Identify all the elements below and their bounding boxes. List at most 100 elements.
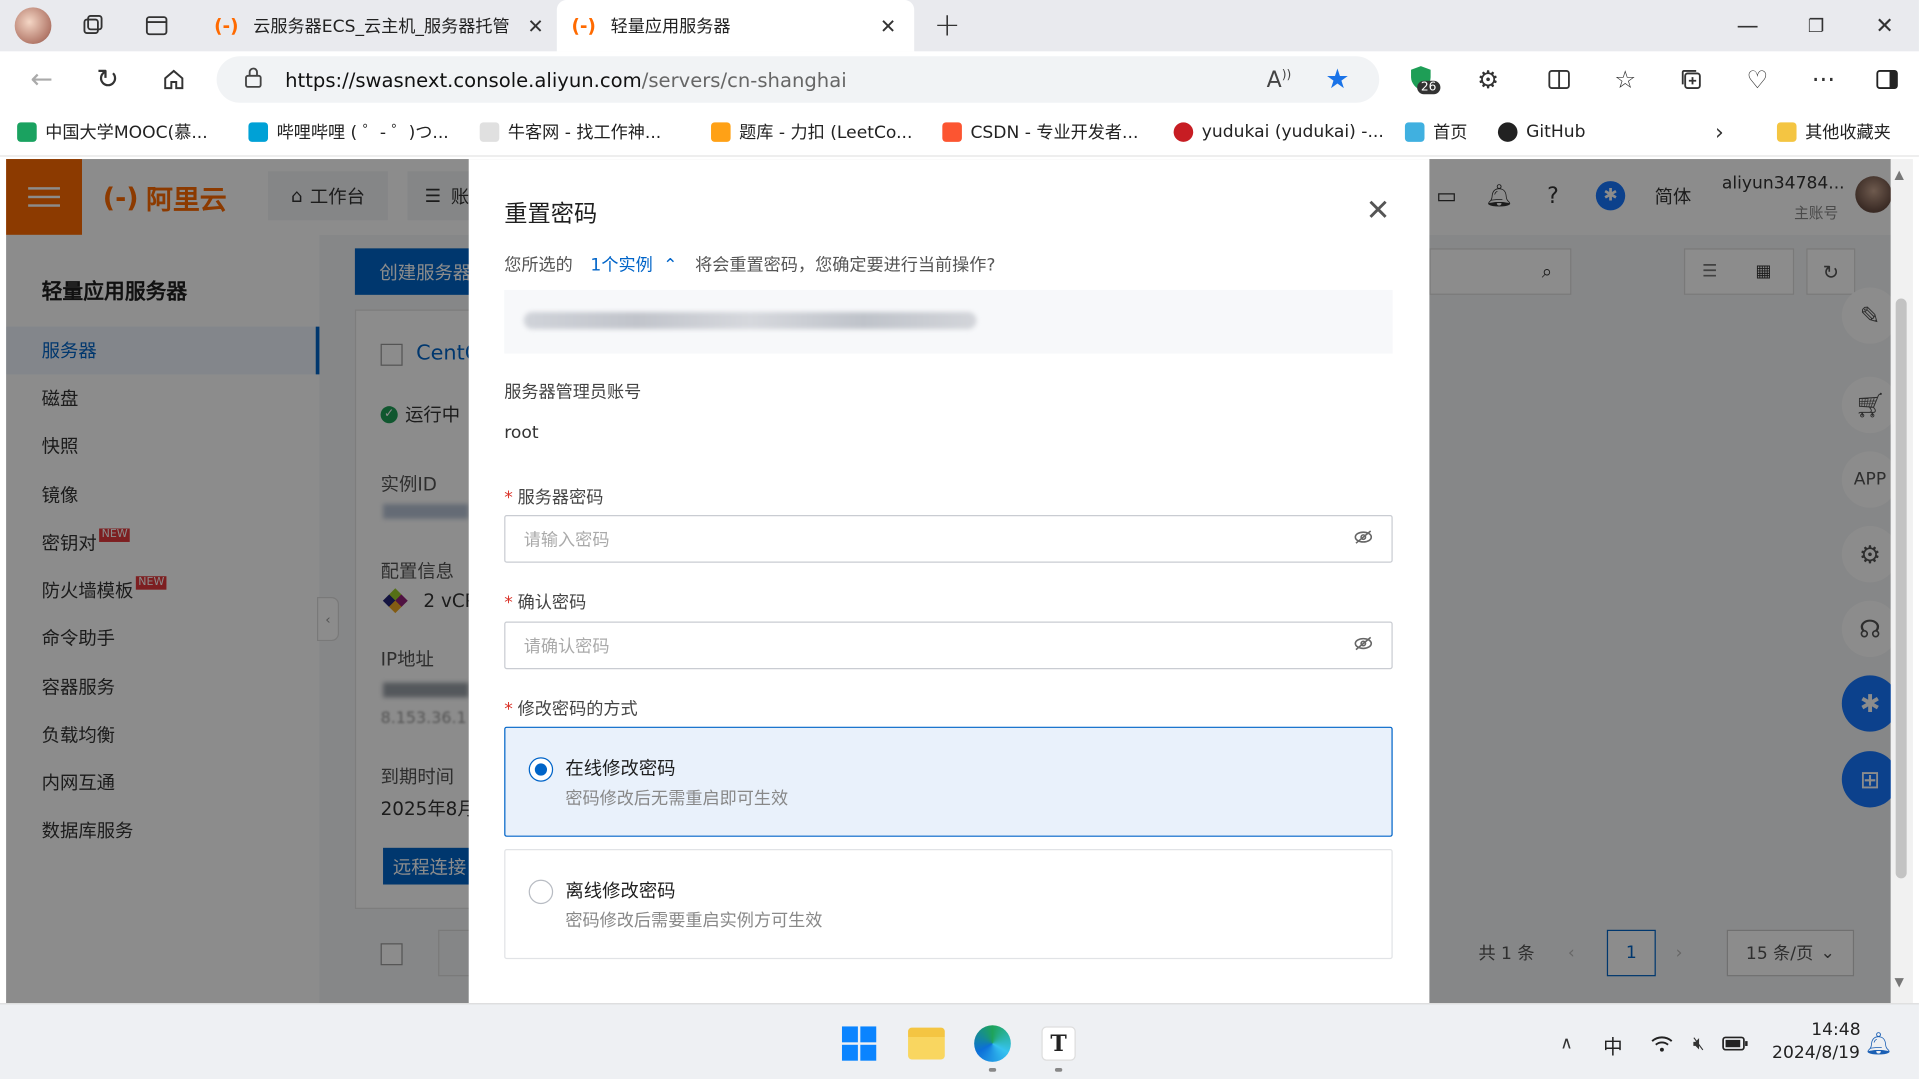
home-page-icon [1404,122,1425,142]
extension-badge: 26 [1417,80,1441,95]
refresh-icon[interactable]: ↻ [91,64,125,96]
bookmark-other-folder[interactable]: 其他收藏夹 [1776,117,1891,146]
aliyun-favicon-icon: (-) [214,14,239,37]
admin-account-value: root [504,423,539,443]
file-explorer-icon[interactable] [908,1027,945,1060]
chevron-up-icon[interactable]: ⌃ [663,256,677,276]
radio-online[interactable] [528,757,554,782]
bookmark-home[interactable]: 首页 [1404,117,1467,146]
window-close-icon[interactable]: ✕ [1868,10,1902,42]
bookmark-github[interactable]: GitHub [1497,117,1586,146]
folder-icon [1776,122,1797,142]
scroll-down-icon[interactable]: ▼ [1894,976,1903,989]
favorites-icon[interactable]: ☆ [1608,64,1642,96]
mooc-icon [17,122,37,142]
tab-ecs[interactable]: (-) 云服务器ECS_云主机_服务器托管 ✕ [199,0,554,51]
bookmark-label: 题库 - 力扣 (LeetCo... [739,123,913,144]
password-label: * 服务器密码 [504,488,604,508]
favorite-star-icon[interactable]: ★ [1325,64,1349,95]
bookmark-bilibili[interactable]: 哔哩哔哩 ( ゜- ゜)つ... [248,117,449,146]
bookmark-leetcode[interactable]: 题库 - 力扣 (LeetCo... [711,117,912,146]
profile-avatar[interactable] [14,7,52,45]
close-icon[interactable]: ✕ [880,14,896,37]
read-aloud-icon[interactable]: A)) [1267,67,1292,93]
dialog-title: 重置密码 [504,200,598,228]
instance-count-link[interactable]: 1个实例 [590,256,652,276]
csdn-icon [942,122,962,142]
bookmark-label: yudukai (yudukai) -... [1201,122,1384,142]
edge-running-indicator [988,1068,997,1072]
option-desc: 密码修改后需要重启实例方可生效 [565,911,823,932]
url-host: https://swasnext.console.aliyun.com [285,67,642,92]
extension-shield-icon[interactable]: 26 [1407,64,1444,101]
vertical-tabs-icon[interactable] [140,10,174,42]
password-placeholder: 请输入密码 [523,530,610,550]
restore-icon[interactable]: ❐ [1799,10,1833,42]
radio-offline[interactable] [528,879,554,905]
option-desc: 密码修改后无需重启即可生效 [565,789,789,809]
home-icon[interactable] [157,64,191,96]
instance-name-blurred [523,311,977,330]
sidebar-toggle-icon[interactable] [1870,64,1904,96]
split-screen-icon[interactable] [1542,64,1576,96]
password-input[interactable]: 请输入密码 [504,515,1393,563]
bookmark-label: 牛客网 - 找工作神... [507,123,662,144]
new-tab-icon[interactable]: + [930,7,964,44]
leetcode-icon [711,122,731,142]
ime-indicator[interactable]: 中 [1603,1030,1623,1059]
windows-taskbar [0,1003,1919,1079]
bookmark-label: GitHub [1526,122,1586,142]
bilibili-icon [248,122,269,142]
url-path: /servers/cn-shanghai [641,67,847,92]
bookmark-csdn[interactable]: CSDN - 专业开发者... [942,117,1138,146]
confirm-label-text: 确认密码 [517,593,587,613]
tab-title: 轻量应用服务器 [610,17,731,37]
aliyun-favicon-icon: (-) [571,14,596,37]
volume-muted-icon[interactable]: 🔇︎ [1684,1030,1713,1057]
workspaces-icon[interactable] [76,10,110,42]
extensions-icon[interactable]: ⚙ [1471,64,1505,96]
tab-title: 云服务器ECS_云主机_服务器托管 [253,17,510,37]
typora-running-indicator [1054,1068,1063,1072]
chevron-right-icon[interactable]: › [1706,117,1733,146]
edge-icon[interactable] [974,1025,1011,1062]
gitee-icon [1173,122,1194,142]
address-bar[interactable]: https://swasnext.console.aliyun.com/serv… [216,56,1380,103]
notification-bell-icon[interactable]: 🔔︎ [1865,1030,1893,1057]
wifi-icon[interactable] [1647,1030,1676,1057]
bookmark-mooc[interactable]: 中国大学MOOC(慕... [17,117,208,146]
nowcoder-icon [479,122,500,142]
scroll-up-icon[interactable]: ▲ [1894,169,1903,182]
bookmark-label: CSDN - 专业开发者... [970,123,1139,144]
more-menu-icon[interactable]: ··· [1806,64,1840,96]
typora-icon[interactable]: T [1041,1026,1076,1061]
clock-date[interactable]: 2024/8/19 [1772,1044,1860,1064]
github-icon [1497,122,1518,142]
browser-essentials-icon[interactable]: ♡ [1740,64,1774,96]
scrollbar-thumb[interactable] [1895,298,1907,879]
bookmark-label: 中国大学MOOC(慕... [45,123,208,144]
battery-icon[interactable] [1719,1030,1751,1057]
clock-time[interactable]: 14:48 [1811,1020,1860,1040]
password-label-text: 服务器密码 [517,488,604,508]
lock-icon[interactable] [244,66,264,93]
tab-swas[interactable]: (-) 轻量应用服务器 ✕ [556,0,915,52]
collections-icon[interactable] [1674,64,1708,96]
option-online-reset[interactable]: 在线修改密码 密码修改后无需重启即可生效 [504,726,1393,837]
option-title: 离线修改密码 [565,879,676,902]
method-label-text: 修改密码的方式 [517,699,638,720]
close-icon[interactable]: ✕ [527,14,543,37]
confirm-password-input[interactable]: 请确认密码 [504,621,1393,670]
start-icon[interactable] [841,1026,877,1061]
admin-account-label: 服务器管理员账号 [504,382,642,403]
eye-off-icon[interactable] [1354,528,1374,550]
back-icon[interactable]: ← [24,64,58,96]
tray-chevron-up-icon[interactable]: ∧ [1554,1030,1578,1057]
option-offline-reset[interactable]: 离线修改密码 密码修改后需要重启实例方可生效 [504,849,1393,960]
minimize-icon[interactable]: — [1730,10,1764,42]
bookmark-nowcoder[interactable]: 牛客网 - 找工作神... [479,117,662,146]
desc-suffix: 将会重置密码，您确定要进行当前操作? [695,255,996,276]
eye-off-icon[interactable] [1354,634,1374,656]
bookmark-yudukai[interactable]: yudukai (yudukai) -... [1173,117,1384,146]
close-icon[interactable]: ✕ [1366,193,1391,227]
